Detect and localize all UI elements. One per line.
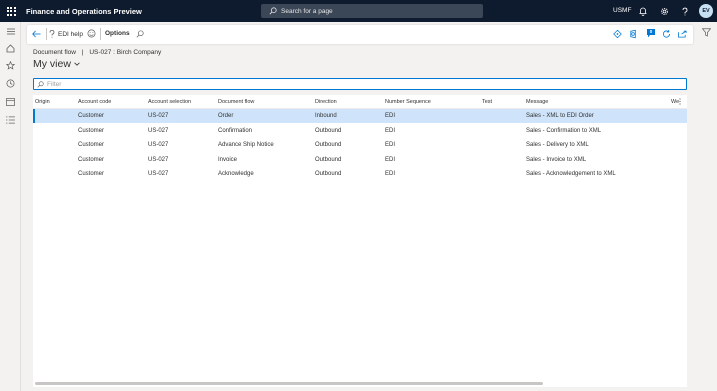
table-row[interactable]: Customer US-027 Advance Ship Notice Outb… — [33, 138, 687, 152]
cell-account-code: Customer — [78, 142, 105, 148]
cell-account-selection: US-027 — [148, 113, 169, 119]
modules-list-icon[interactable] — [5, 114, 16, 125]
bell-icon[interactable] — [638, 6, 648, 16]
column-header-we[interactable]: We — [671, 99, 679, 105]
office-icon[interactable] — [629, 29, 638, 41]
search-placeholder: Search for a page — [281, 7, 333, 15]
notification-badge-icon[interactable]: 0 — [646, 28, 656, 38]
cell-direction: Outbound — [315, 171, 342, 177]
refresh-icon[interactable] — [662, 29, 671, 41]
cell-account-code: Customer — [78, 113, 105, 119]
cell-number-sequence: EDI — [385, 156, 396, 163]
app-title[interactable]: Finance and Operations Preview — [26, 7, 142, 16]
filter-input[interactable] — [47, 80, 647, 88]
search-icon — [269, 7, 277, 15]
cell-message: Sales - Acknowledgement to XML — [526, 171, 616, 177]
back-arrow-icon[interactable] — [32, 30, 41, 40]
cell-document-flow: Acknowledge — [218, 171, 254, 177]
options-tab[interactable]: Options — [105, 30, 130, 37]
horizontal-scrollbar[interactable] — [35, 382, 543, 385]
cell-number-sequence: EDI — [385, 142, 396, 148]
workspaces-icon[interactable] — [5, 96, 16, 107]
grid-header: Origin Account code Account selection Do… — [33, 95, 687, 109]
breadcrumb-separator: | — [81, 49, 84, 56]
company-selector[interactable]: USMF — [613, 7, 631, 14]
column-more-icon[interactable] — [679, 98, 683, 106]
column-header-account-selection[interactable]: Account selection — [148, 99, 191, 105]
gear-icon[interactable] — [659, 6, 669, 16]
waffle-icon[interactable] — [0, 0, 22, 22]
cell-number-sequence: EDI — [385, 171, 396, 177]
filter-field[interactable] — [33, 78, 687, 90]
top-navigation-bar: Finance and Operations Preview Search fo… — [0, 0, 717, 22]
action-pane: EDI help Options 0 — [27, 25, 693, 44]
column-header-document-flow[interactable]: Document flow — [218, 99, 254, 105]
page-title: My view — [33, 58, 71, 70]
cell-document-flow: Order — [218, 113, 234, 119]
cell-account-code: Customer — [78, 127, 105, 134]
breadcrumb: Document flow | US-027 : Birch Company — [33, 49, 161, 56]
notification-count: 0 — [649, 29, 653, 34]
open-in-new-window-icon[interactable] — [678, 30, 687, 40]
column-header-account-code[interactable]: Account code — [78, 99, 111, 105]
cell-direction: Outbound — [315, 127, 342, 134]
view-selector[interactable]: My view — [33, 58, 81, 70]
cell-direction: Inbound — [315, 113, 337, 119]
star-favorites-icon[interactable] — [5, 60, 16, 71]
help-icon — [49, 30, 55, 38]
cell-number-sequence: EDI — [385, 113, 396, 119]
search-icon — [37, 80, 44, 88]
cell-document-flow: Confirmation — [218, 127, 253, 134]
cell-message: Sales - Confirmation to XML — [526, 127, 602, 134]
table-row[interactable]: Customer US-027 Invoice Outbound EDI Sal… — [33, 153, 687, 167]
breadcrumb-document-flow[interactable]: Document flow — [33, 49, 76, 56]
table-row[interactable]: Customer US-027 Acknowledge Outbound EDI… — [33, 167, 687, 181]
filter-funnel-icon[interactable] — [701, 28, 712, 39]
cell-message: Sales - XML to EDI Order — [526, 113, 594, 119]
cell-document-flow: Invoice — [218, 156, 238, 163]
column-header-direction[interactable]: Direction — [315, 99, 337, 105]
cell-account-code: Customer — [78, 171, 105, 177]
document-flow-grid: Origin Account code Account selection Do… — [33, 95, 687, 387]
hamburger-menu-icon[interactable] — [5, 26, 16, 37]
chevron-down-icon — [74, 62, 80, 66]
cell-message: Sales - Invoice to XML — [526, 156, 587, 163]
cell-message: Sales - Delivery to XML — [526, 142, 589, 148]
recent-clock-icon[interactable] — [5, 78, 16, 89]
global-search-box[interactable]: Search for a page — [261, 4, 483, 18]
right-rail — [697, 22, 717, 391]
cell-number-sequence: EDI — [385, 127, 396, 134]
cell-account-selection: US-027 — [148, 142, 169, 148]
cell-account-selection: US-027 — [148, 156, 169, 163]
left-navigation-rail — [0, 22, 21, 391]
edi-help-button[interactable]: EDI help — [49, 30, 83, 38]
table-row[interactable]: Customer US-027 Confirmation Outbound ED… — [33, 124, 687, 138]
cell-account-code: Customer — [78, 156, 105, 163]
column-header-origin[interactable]: Origin — [35, 99, 50, 105]
smiley-feedback-icon[interactable] — [87, 29, 96, 40]
divider — [100, 28, 101, 40]
help-icon[interactable] — [680, 6, 690, 16]
divider — [46, 28, 47, 40]
cell-account-selection: US-027 — [148, 127, 169, 134]
column-header-message[interactable]: Message — [526, 99, 548, 105]
edi-help-label: EDI help — [58, 30, 83, 38]
avatar[interactable]: EV — [699, 4, 713, 18]
cell-direction: Outbound — [315, 156, 342, 163]
column-header-test[interactable]: Test — [482, 99, 492, 105]
cell-account-selection: US-027 — [148, 171, 169, 177]
cell-direction: Outbound — [315, 142, 342, 148]
breadcrumb-record: US-027 : Birch Company — [89, 49, 162, 56]
home-icon[interactable] — [5, 43, 16, 54]
search-icon[interactable] — [136, 30, 144, 40]
cell-document-flow: Advance Ship Notice — [218, 142, 274, 148]
table-row[interactable]: Customer US-027 Order Inbound EDI Sales … — [33, 109, 687, 123]
diamond-icon[interactable] — [613, 29, 622, 41]
column-header-number-sequence[interactable]: Number Sequence — [385, 99, 431, 105]
